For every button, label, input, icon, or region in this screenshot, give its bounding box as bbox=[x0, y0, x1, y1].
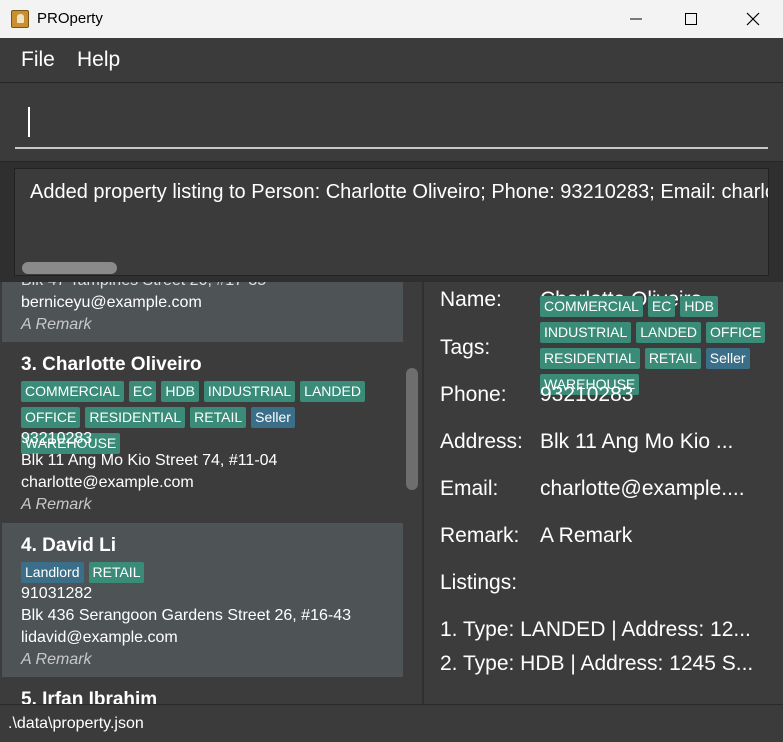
list-scrollbar[interactable] bbox=[403, 282, 422, 704]
person-card[interactable]: 5. Irfan Ibrahim bbox=[2, 677, 403, 704]
person-remark: A Remark bbox=[21, 651, 92, 668]
person-address: Blk 436 Serangoon Gardens Street 26, #16… bbox=[21, 607, 351, 624]
minimize-icon bbox=[630, 18, 642, 20]
tag: Seller bbox=[705, 348, 750, 369]
person-details: Name: Charlotte Oliveiro Tags: COMMERCIA… bbox=[422, 282, 783, 704]
tag: COMMERCIAL bbox=[540, 296, 643, 317]
minimize-button[interactable] bbox=[614, 0, 660, 38]
text-caret bbox=[28, 107, 30, 137]
tag: HDB bbox=[161, 381, 199, 402]
tag: EC bbox=[128, 381, 157, 402]
person-card[interactable]: 3. Charlotte Oliveiro COMMERCIAL EC HDB IND… bbox=[2, 342, 403, 523]
person-email: lidavid@example.com bbox=[21, 629, 178, 646]
detail-name-label: Name: bbox=[440, 288, 502, 311]
tag: LANDED bbox=[300, 381, 365, 402]
tag: RESIDENTIAL bbox=[85, 407, 186, 428]
detail-remark-label: Remark: bbox=[440, 524, 520, 547]
detail-email-label: Email: bbox=[440, 477, 499, 500]
command-input[interactable] bbox=[15, 105, 768, 149]
tag: RETAIL bbox=[190, 407, 247, 428]
person-card-partial[interactable]: Blk 47 Tampines Street 20, #17-35 bernic… bbox=[2, 282, 403, 342]
tag: Landlord bbox=[21, 562, 84, 583]
detail-address-label: Address: bbox=[440, 430, 523, 453]
person-remark: A Remark bbox=[21, 496, 92, 513]
tag: OFFICE bbox=[706, 322, 766, 343]
result-horizontal-scrollbar[interactable] bbox=[22, 262, 117, 274]
person-address: Blk 47 Tampines Street 20, #17-35 bbox=[21, 282, 266, 290]
person-card[interactable]: 4. David Li Landlord RETAIL 91031282 Blk … bbox=[2, 523, 403, 677]
detail-phone: 93210283 bbox=[540, 383, 634, 406]
person-remark: A Remark bbox=[21, 316, 92, 333]
menu-file[interactable]: File bbox=[21, 48, 55, 72]
tag: INDUSTRIAL bbox=[203, 381, 296, 402]
person-phone: 93210283 bbox=[21, 430, 93, 447]
tag: RESIDENTIAL bbox=[540, 348, 640, 369]
person-name: 5. Irfan Ibrahim bbox=[21, 689, 158, 704]
tag: COMMERCIAL bbox=[21, 381, 124, 402]
person-name: 4. David Li bbox=[21, 535, 117, 556]
detail-listings-label: Listings: bbox=[440, 571, 518, 594]
detail-phone-label: Phone: bbox=[440, 383, 507, 406]
data-file-path: .\data\property.json bbox=[8, 715, 144, 732]
window-title: PROperty bbox=[37, 10, 103, 27]
maximize-button[interactable] bbox=[669, 0, 715, 38]
tag: HDB bbox=[680, 296, 718, 317]
person-phone: 91031282 bbox=[21, 585, 93, 602]
close-button[interactable] bbox=[730, 0, 776, 38]
title-bar: PROperty bbox=[0, 0, 783, 38]
result-display[interactable]: Added property listing to Person: Charlo… bbox=[14, 168, 769, 276]
person-address: Blk 11 Ang Mo Kio Street 74, #11-04 bbox=[21, 452, 278, 469]
menu-bar: File Help bbox=[0, 38, 783, 82]
person-name: 3. Charlotte Oliveiro bbox=[21, 354, 202, 375]
detail-address: Blk 11 Ang Mo Kio ... bbox=[540, 430, 734, 453]
tag: OFFICE bbox=[21, 407, 81, 428]
menu-help[interactable]: Help bbox=[77, 48, 120, 72]
result-message: Added property listing to Person: Charlo… bbox=[30, 181, 768, 203]
detail-email: charlotte@example.... bbox=[540, 477, 745, 500]
command-pane bbox=[0, 82, 783, 162]
status-bar: .\data\property.json bbox=[0, 704, 783, 742]
maximize-icon bbox=[685, 13, 697, 25]
tag: Seller bbox=[251, 407, 295, 428]
tag: RETAIL bbox=[88, 562, 145, 583]
tag: EC bbox=[647, 296, 676, 317]
listing-item: 1. Type: LANDED | Address: 12... bbox=[440, 618, 751, 641]
app-icon bbox=[11, 10, 29, 28]
person-list[interactable]: Blk 47 Tampines Street 20, #17-35 bernic… bbox=[0, 282, 422, 704]
result-pane: Added property listing to Person: Charlo… bbox=[0, 162, 783, 282]
tag: INDUSTRIAL bbox=[540, 322, 632, 343]
detail-tags-label: Tags: bbox=[440, 336, 491, 359]
listing-item: 2. Type: HDB | Address: 1245 S... bbox=[440, 652, 754, 675]
tag: LANDED bbox=[636, 322, 702, 343]
close-icon bbox=[746, 12, 760, 26]
list-scrollbar-thumb[interactable] bbox=[406, 368, 418, 490]
person-email: berniceyu@example.com bbox=[21, 294, 202, 311]
tag: RETAIL bbox=[644, 348, 701, 369]
detail-remark: A Remark bbox=[540, 524, 633, 547]
person-email: charlotte@example.com bbox=[21, 474, 194, 491]
